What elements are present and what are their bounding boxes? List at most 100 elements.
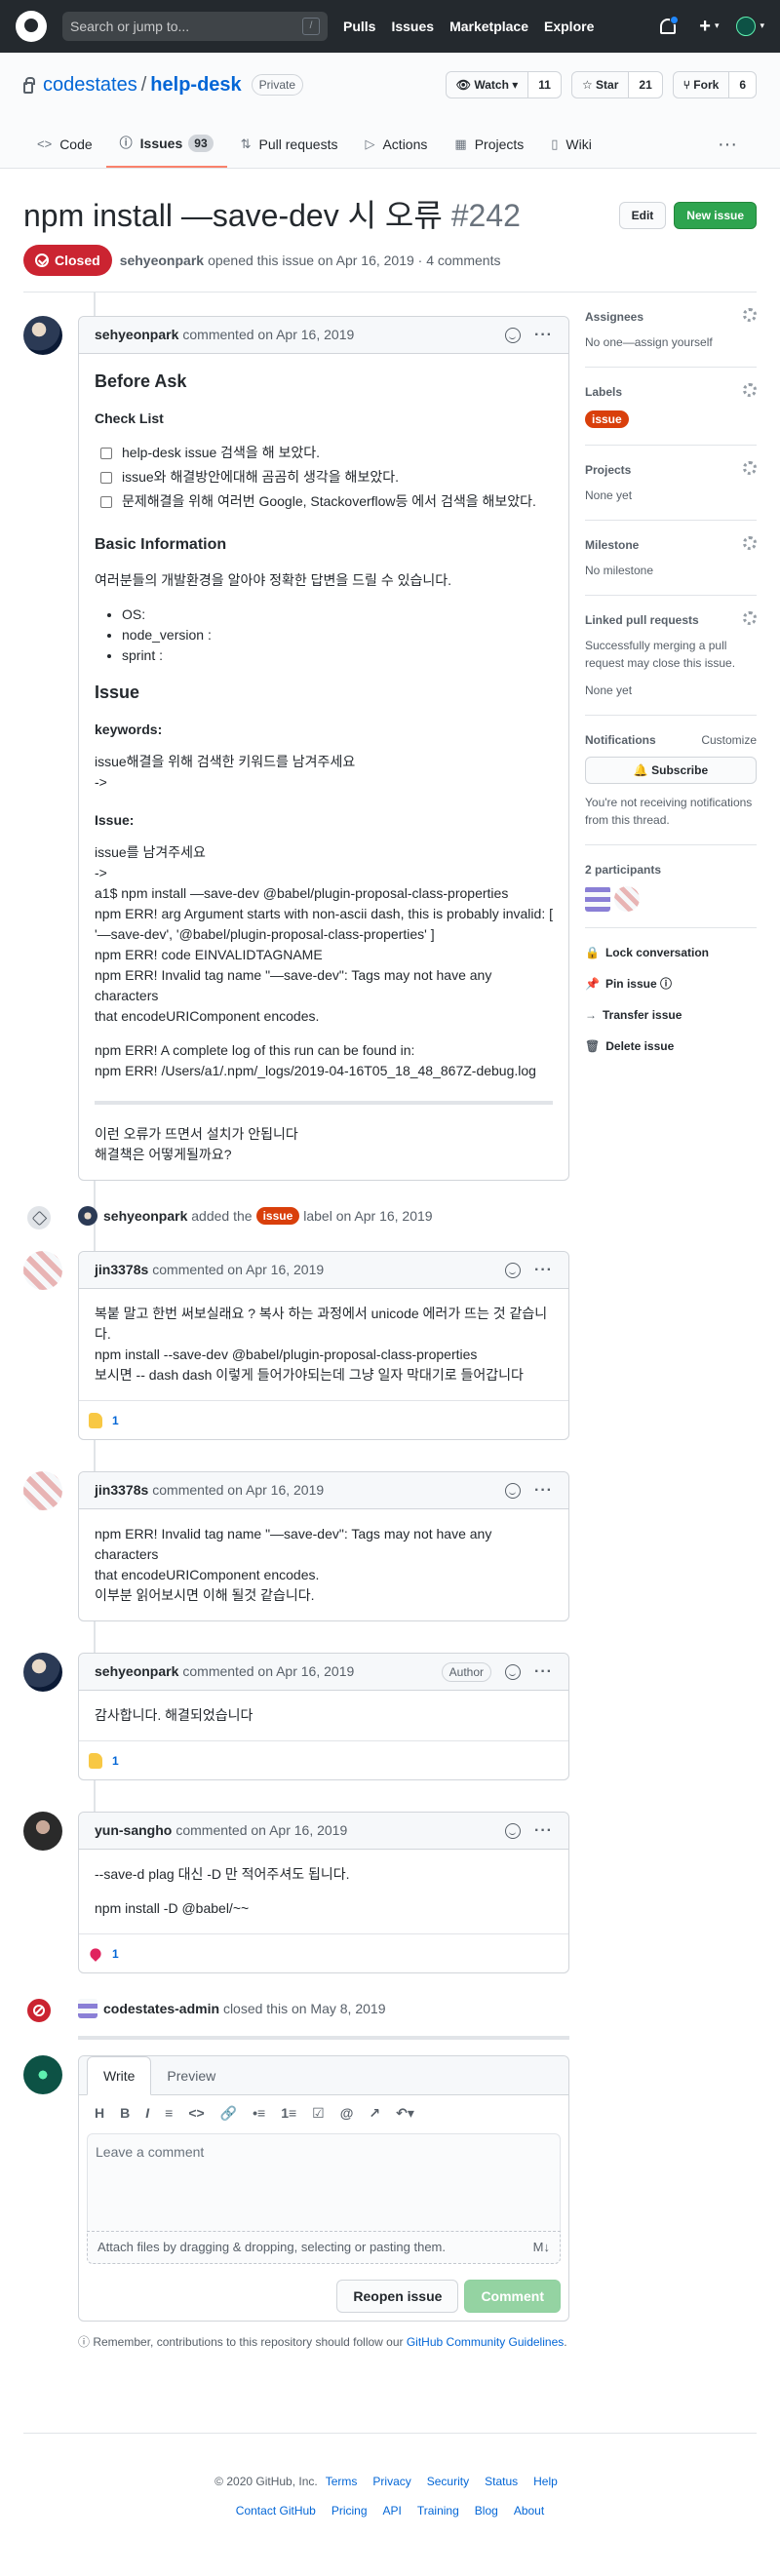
smiley-icon[interactable] (505, 1482, 522, 1499)
kebab-icon[interactable]: ··· (534, 1479, 553, 1503)
nav-explore[interactable]: Explore (544, 17, 594, 37)
task-list-icon[interactable]: ☑ (312, 2103, 325, 2124)
avatar[interactable] (23, 1251, 62, 1290)
avatar[interactable] (614, 886, 640, 912)
footer-link-security[interactable]: Security (427, 2475, 469, 2488)
comment-textarea[interactable]: Leave a comment (87, 2133, 561, 2231)
footer-link-status[interactable]: Status (485, 2475, 518, 2488)
footer-link-privacy[interactable]: Privacy (372, 2475, 410, 2488)
notifications-bell-icon[interactable] (660, 16, 680, 34)
repo-name-link[interactable]: help-desk (150, 70, 241, 99)
avatar[interactable] (78, 1999, 98, 2018)
avatar[interactable] (23, 2055, 62, 2094)
footer-link-pricing[interactable]: Pricing (332, 2504, 368, 2517)
create-new-icon[interactable]: + (699, 12, 711, 41)
thumbs-up-reaction[interactable]: 1 (89, 1752, 119, 1770)
comment-time[interactable]: commented on Apr 16, 2019 (152, 1480, 324, 1501)
issue-author-link[interactable]: sehyeonpark (120, 251, 204, 271)
subscribe-button[interactable]: 🔔 Subscribe (585, 757, 757, 784)
new-issue-button[interactable]: New issue (674, 202, 757, 229)
community-guidelines-link[interactable]: GitHub Community Guidelines (407, 2335, 564, 2349)
more-tabs-icon[interactable]: ··· (718, 121, 757, 168)
comment-button[interactable]: Comment (464, 2279, 561, 2313)
issue-label-badge[interactable]: issue (255, 1207, 300, 1225)
numbered-list-icon[interactable]: 1≡ (281, 2103, 296, 2124)
create-caret-icon[interactable]: ▾ (715, 20, 720, 33)
kebab-icon[interactable]: ··· (534, 1259, 553, 1282)
comment-author[interactable]: yun-sangho (95, 1820, 172, 1841)
avatar[interactable] (23, 316, 62, 355)
user-caret-icon[interactable]: ▾ (760, 20, 764, 33)
gear-icon[interactable] (743, 383, 757, 397)
star-count[interactable]: 21 (629, 72, 662, 98)
lock-conversation-link[interactable]: 🔒 Lock conversation (585, 944, 757, 961)
search-input[interactable]: Search or jump to... / (62, 12, 328, 41)
nav-marketplace[interactable]: Marketplace (449, 17, 528, 37)
bullet-list-icon[interactable]: •≡ (253, 2103, 265, 2124)
checkbox[interactable] (100, 447, 112, 459)
comment-author[interactable]: sehyeonpark (95, 1661, 178, 1682)
tab-code[interactable]: <> Code (23, 121, 106, 168)
comment-time[interactable]: commented on Apr 16, 2019 (176, 1820, 347, 1841)
tab-projects[interactable]: ▦ Projects (441, 121, 537, 168)
gear-icon[interactable] (743, 308, 757, 322)
watch-button[interactable]: 👁 Watch ▾ 11 (445, 71, 562, 98)
heart-reaction[interactable]: 1 (88, 1945, 119, 1963)
comment-time[interactable]: commented on Apr 16, 2019 (182, 325, 354, 345)
footer-link-blog[interactable]: Blog (475, 2504, 498, 2517)
fork-count[interactable]: 6 (729, 72, 756, 98)
customize-link[interactable]: Customize (701, 731, 757, 749)
nav-issues[interactable]: Issues (391, 17, 434, 37)
issue-label-badge[interactable]: issue (585, 410, 629, 428)
user-avatar[interactable] (736, 17, 757, 36)
kebab-icon[interactable]: ··· (534, 1819, 553, 1843)
attach-files-area[interactable]: Attach files by dragging & dropping, sel… (87, 2231, 561, 2264)
checkbox[interactable] (100, 495, 112, 508)
github-logo-icon[interactable] (16, 11, 47, 42)
kebab-icon[interactable]: ··· (534, 1660, 553, 1684)
assignees-value[interactable]: No one—assign yourself (585, 333, 757, 351)
smiley-icon[interactable] (505, 1822, 522, 1839)
footer-link-about[interactable]: About (514, 2504, 544, 2517)
reopen-issue-button[interactable]: Reopen issue (336, 2279, 459, 2313)
mention-icon[interactable]: @ (340, 2103, 354, 2124)
gear-icon[interactable] (743, 461, 757, 475)
link-icon[interactable]: 🔗 (220, 2103, 237, 2124)
footer-link-api[interactable]: API (383, 2504, 402, 2517)
saved-reply-icon[interactable]: ↶▾ (396, 2103, 414, 2124)
tab-preview[interactable]: Preview (151, 2057, 231, 2094)
edit-button[interactable]: Edit (618, 202, 667, 229)
nav-pulls[interactable]: Pulls (343, 17, 375, 37)
italic-icon[interactable]: I (145, 2103, 149, 2124)
thumbs-up-reaction[interactable]: 1 (89, 1412, 119, 1429)
avatar[interactable] (23, 1653, 62, 1692)
fork-button[interactable]: ⑂ Fork 6 (672, 71, 757, 98)
footer-link-training[interactable]: Training (417, 2504, 459, 2517)
code-icon[interactable]: <> (188, 2103, 204, 2124)
gear-icon[interactable] (743, 536, 757, 550)
event-actor[interactable]: codestates-admin (103, 1999, 219, 2019)
pin-issue-link[interactable]: 📌 Pin issue ⓘ (585, 975, 757, 993)
avatar[interactable] (585, 886, 610, 912)
bold-icon[interactable]: B (120, 2103, 130, 2124)
transfer-issue-link[interactable]: → Transfer issue (585, 1006, 757, 1024)
kebab-icon[interactable]: ··· (534, 324, 553, 347)
comment-time[interactable]: commented on Apr 16, 2019 (182, 1661, 354, 1682)
smiley-icon[interactable] (505, 1262, 522, 1278)
tab-wiki[interactable]: ▯ Wiki (537, 121, 605, 168)
tab-actions[interactable]: ▷ Actions (351, 121, 441, 168)
heading-icon[interactable]: H (95, 2103, 104, 2124)
comment-author[interactable]: sehyeonpark (95, 325, 178, 345)
comment-author[interactable]: jin3378s (95, 1260, 148, 1280)
checkbox[interactable] (100, 471, 112, 484)
tab-pull-requests[interactable]: ⇅ Pull requests (227, 121, 352, 168)
star-button[interactable]: ☆ Star 21 (570, 71, 663, 98)
repo-owner-link[interactable]: codestates (43, 70, 137, 99)
smiley-icon[interactable] (505, 327, 522, 343)
footer-link-terms[interactable]: Terms (326, 2475, 358, 2488)
comment-author[interactable]: jin3378s (95, 1480, 148, 1501)
footer-link-help[interactable]: Help (533, 2475, 558, 2488)
quote-icon[interactable]: ≡ (165, 2103, 173, 2124)
tab-write[interactable]: Write (87, 2056, 152, 2095)
avatar[interactable] (23, 1812, 62, 1851)
